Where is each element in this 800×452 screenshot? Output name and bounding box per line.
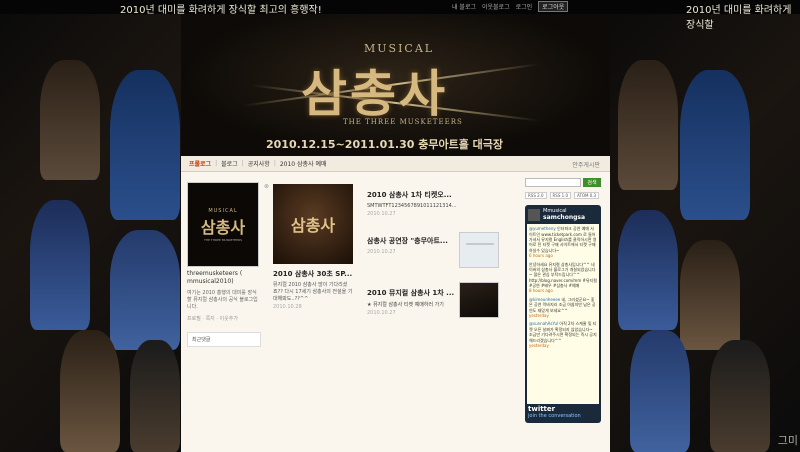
featured-post-title[interactable]: 2010 삼총사 30초 SP...: [273, 269, 355, 279]
tweet-user[interactable]: @yumetheny: [529, 226, 556, 231]
top-nav-neighbor-blog[interactable]: 이웃블로그: [482, 2, 510, 11]
join-conversation-link[interactable]: join the conversation: [528, 413, 581, 419]
search-box: 검색: [525, 178, 605, 187]
cast-figure: [710, 340, 770, 452]
blog-container: MUSICAL 삼총사 THE THREE MUSKETEERS 2010.12…: [181, 14, 610, 452]
featured-post-thumbnail[interactable]: 삼총사: [273, 184, 353, 264]
nav-blog[interactable]: 블로그: [221, 159, 238, 168]
close-icon[interactable]: ⊗: [264, 183, 269, 190]
nav-reservation[interactable]: 2010 삼총사 예매: [280, 159, 327, 168]
cast-figure: [630, 330, 690, 452]
cast-figure: [618, 60, 678, 190]
profile-image[interactable]: MUSICAL 삼총사 THE THREE MUSKETEERS: [187, 182, 259, 267]
header-date-venue: 2010.12.15~2011.01.30 충무아트홀 대극장: [266, 138, 504, 151]
tweet-time[interactable]: 8 hours ago: [529, 288, 597, 293]
profile-name: threemusketeers ( mmusical2010): [187, 270, 243, 285]
top-banner-text-right: 2010년 대미를 화려하게 장식할: [686, 5, 792, 31]
tweet-text: 안녕하세요 뮤지컬 삼총사입니다^^ 네이버의 삼총사 블로그가 개설되었습니다…: [529, 261, 597, 289]
post-date: 2010.10.27: [367, 211, 396, 217]
list-item[interactable]: 삼총사 공연장 "충무아트... 2010.10.27: [367, 232, 502, 278]
rss1-link[interactable]: RSS 1.0: [549, 192, 571, 199]
cast-figure: [130, 340, 180, 452]
twitter-handle[interactable]: samchongsa: [543, 214, 585, 221]
atom-link[interactable]: ATOM 0.3: [574, 192, 600, 199]
top-nav-login[interactable]: 로그인: [516, 2, 533, 11]
profile-panel: ⊗ MUSICAL 삼총사 THE THREE MUSKETEERS three…: [187, 182, 269, 347]
tweet: @yumetheny 인터파크 공연 예매 사이트인 www.ticketpar…: [529, 226, 597, 258]
profile-image-title: 삼총사: [200, 217, 246, 237]
header-main-title: 삼총사: [301, 64, 448, 123]
list-item[interactable]: 2010 뮤지컬 삼총사 1차 ... ★ 뮤지컬 삼총사 티켓 예매하러 가기…: [367, 282, 502, 330]
right-sidebar: 검색 RSS 2.0 RSS 1.0 ATOM 0.3 Mmusical sam…: [525, 178, 605, 423]
cast-figure: [40, 60, 100, 180]
header-english-title: THE THREE MUSKETEERS: [343, 118, 463, 126]
cast-figure: [110, 70, 180, 220]
top-nav: 내 블로그 이웃블로그 로그인 로그아웃: [452, 1, 569, 12]
nav-notice[interactable]: 공지사항: [248, 159, 270, 168]
right-side-decoration: 그미: [610, 0, 800, 452]
tweet-list: @yumetheny 인터파크 공연 예매 사이트인 www.ticketpar…: [527, 224, 599, 405]
cast-figure: [110, 230, 180, 350]
logout-button[interactable]: 로그아웃: [538, 1, 569, 12]
tweet-time[interactable]: yesterday: [529, 313, 597, 318]
feed-links: RSS 2.0 RSS 1.0 ATOM 0.3: [525, 192, 605, 199]
tweet: @sunnahAsYul 아직 2차 스케줄 및 티켓 오픈 날짜가 확정되지 …: [529, 321, 597, 348]
twitter-footer[interactable]: twitter join the conversation: [528, 405, 581, 419]
profile-description: 여기는 2010 흥행의 대미를 장식할 뮤지컬 삼총사의 공식 블로그입니다.: [187, 289, 258, 310]
tweet-time[interactable]: 6 hours ago: [529, 253, 597, 258]
twitter-logo: twitter: [528, 405, 556, 413]
rss2-link[interactable]: RSS 2.0: [525, 192, 547, 199]
tweet-time[interactable]: yesterday: [529, 343, 597, 348]
search-input[interactable]: [525, 178, 581, 187]
cast-figure: [618, 210, 678, 330]
tweet: @kimeunheeee 네, 그러셨군요~ 좋은 공연 막바지라 조금 아쉽지…: [529, 297, 597, 319]
profile-links[interactable]: 프로필 · 쪽지 · 이웃추가: [187, 315, 261, 322]
poster-thumbnail[interactable]: [459, 282, 499, 318]
post-title[interactable]: 2010 삼총사 1차 티켓오...: [367, 190, 502, 200]
blog-header: MUSICAL 삼총사 THE THREE MUSKETEERS 2010.12…: [181, 14, 610, 156]
post-excerpt: SMTWTFT1234567891011121314...: [367, 203, 457, 209]
cast-figure: [680, 70, 750, 220]
search-button[interactable]: 검색: [583, 178, 601, 187]
cast-figure: [30, 200, 90, 330]
avatar[interactable]: [528, 208, 540, 221]
left-side-decoration: [0, 0, 181, 452]
post-list: 2010 삼총사 1차 티켓오... SMTWTFT12345678910111…: [367, 190, 502, 340]
list-item[interactable]: 2010 삼총사 1차 티켓오... SMTWTFT12345678910111…: [367, 190, 502, 226]
nav-guestbook[interactable]: 안주게시판: [572, 160, 600, 169]
twitter-widget: Mmusical samchongsa @yumetheny 인터파크 공연 예…: [525, 205, 601, 423]
nav-prologue[interactable]: 프롤로그: [189, 159, 211, 168]
twitter-header: Mmusical samchongsa: [525, 205, 601, 224]
tweet: 안녕하세요 뮤지컬 삼총사입니다^^ 네이버의 삼총사 블로그가 개설되었습니다…: [529, 262, 597, 294]
cast-figure: [680, 240, 740, 350]
blog-content: ⊗ MUSICAL 삼총사 THE THREE MUSKETEERS three…: [181, 172, 610, 452]
featured-post-date: 2010.10.28: [273, 304, 302, 310]
profile-image-en: THE THREE MUSKETEERS: [203, 237, 243, 242]
recent-comments-header[interactable]: 최근댓글: [187, 331, 261, 347]
cast-figure: [60, 330, 120, 452]
map-thumbnail[interactable]: [459, 232, 499, 268]
featured-post[interactable]: 삼총사 2010 삼총사 30초 SP... 뮤지컬 2010 삼총사 많이 기…: [273, 184, 355, 310]
side-tail-text: 그미: [777, 434, 798, 447]
top-bar: 2010년 대미를 화려하게 장식할 최고의 흥행작! 2010년 대미를 화려…: [0, 0, 800, 31]
blog-navbar: 프롤로그 | 블로그 | 공지사항 | 2010 삼총사 예매 안주게시판: [181, 156, 610, 172]
top-nav-my-blog[interactable]: 내 블로그: [452, 2, 476, 11]
tweet-user[interactable]: @sunnahAsYul: [529, 321, 558, 326]
featured-post-excerpt: 뮤지컬 2010 삼총사 많이 기다리셨죠?? 다시 17세기 삼총사의 전설을…: [273, 282, 353, 302]
